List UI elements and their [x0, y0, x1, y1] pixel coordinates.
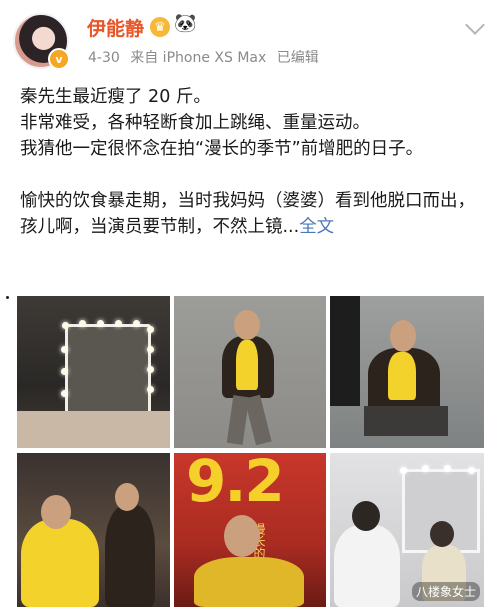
poster-big-text: 9.2: [186, 453, 285, 515]
photo-6[interactable]: 八楼象女士: [330, 453, 484, 607]
post-line: 愉快的饮食暴走期，当时我妈妈（婆婆）看到他脱口而出，孩儿啊，当演员要节制，不然上…: [20, 188, 490, 240]
bullet-dot: [6, 296, 9, 299]
photo-1[interactable]: [17, 296, 170, 448]
post-line: 秦先生最近瘦了 20 斤。: [20, 87, 211, 107]
panda-icon: 🐼: [174, 13, 197, 34]
photo-2[interactable]: [174, 296, 326, 448]
verified-badge-icon: v: [48, 48, 70, 70]
post-meta: 4-30 来自 iPhone XS Max 已编辑: [88, 47, 325, 67]
photo-grid: 9.2 漫长的季节 八楼象女士: [17, 296, 484, 607]
photo-4[interactable]: [17, 453, 170, 607]
photo-5[interactable]: 9.2 漫长的季节: [174, 453, 326, 607]
post-header: v 伊能静 ♛ 🐼 4-30 来自 iPhone XS Max 已编辑: [0, 0, 500, 78]
chevron-down-icon[interactable]: [465, 15, 485, 35]
post-line-text: 愉快的饮食暴走期，当时我妈妈（婆婆）看到他脱口而出，孩儿啊，当演员要节制，不然上…: [20, 191, 475, 237]
post-edited: 已编辑: [276, 50, 319, 66]
post-line: 非常难受，各种轻断食加上跳绳、重量运动。: [20, 113, 370, 133]
avatar[interactable]: v: [13, 13, 70, 70]
photo-3[interactable]: [330, 296, 484, 448]
post-source: 来自 iPhone XS Max: [130, 50, 267, 66]
full-text-link[interactable]: 全文: [299, 217, 334, 237]
post-text: 秦先生最近瘦了 20 斤。 非常难受，各种轻断食加上跳绳、重量运动。 我猜他一定…: [20, 84, 490, 240]
post-line: 我猜他一定很怀念在拍“漫长的季节”前增肥的日子。: [20, 139, 424, 159]
watermark: 八楼象女士: [411, 582, 480, 601]
username[interactable]: 伊能静: [87, 14, 144, 41]
post-date: 4-30: [88, 50, 120, 66]
crown-badge-icon: ♛: [150, 17, 170, 37]
mirror: [65, 324, 151, 418]
